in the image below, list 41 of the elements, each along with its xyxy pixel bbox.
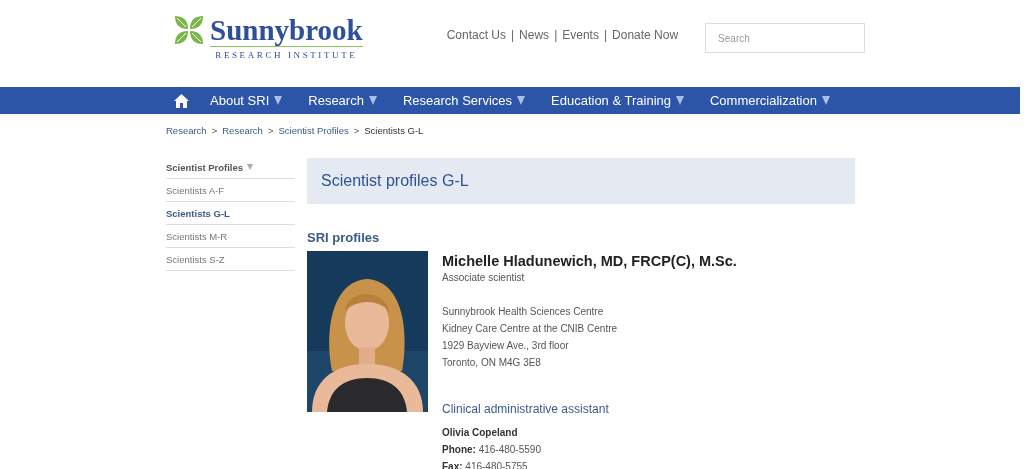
breadcrumb-current: Scientists G-L	[364, 125, 424, 137]
top-link[interactable]: Donate Now	[612, 28, 679, 42]
breadcrumb-separator: >	[353, 125, 360, 137]
section-heading: SRI profiles	[307, 230, 381, 245]
nav-menu-item[interactable]: Research Services	[402, 87, 525, 114]
logo-wordmark: Sunnybrook	[210, 15, 363, 47]
link-separator: |	[603, 28, 608, 42]
top-link[interactable]: Events	[562, 28, 599, 42]
address-line: 1929 Bayview Ave., 3rd floor	[442, 339, 570, 353]
subsection-heading: Clinical administrative assistant	[442, 401, 610, 418]
breadcrumb-separator: >	[267, 125, 274, 137]
breadcrumb-link[interactable]: Research	[166, 125, 207, 137]
top-link[interactable]: News	[519, 28, 550, 42]
top-link[interactable]: Contact Us	[446, 28, 506, 42]
assistant-name: Olivia Copeland	[442, 426, 519, 440]
search-field[interactable]: Search	[705, 23, 866, 53]
page-title: Scientist profiles G-L	[321, 172, 469, 190]
caret-icon	[247, 164, 254, 170]
nav-menu-item[interactable]: Research	[308, 87, 377, 114]
nav-menu-item[interactable]: Commercialization	[710, 87, 830, 114]
logo-tagline: RESEARCH INSTITUTE	[215, 50, 358, 60]
sidebar-item[interactable]: Scientists M-R	[166, 225, 295, 248]
profile-role: Associate scientist	[442, 271, 526, 285]
sidebar-item[interactable]: Scientists A-F	[166, 179, 295, 202]
breadcrumb-link[interactable]: Research	[222, 125, 263, 137]
sidebar-item[interactable]: Scientists S-Z	[166, 248, 295, 271]
nav-menu-item[interactable]: Education & Training	[551, 87, 684, 114]
breadcrumb-separator: >	[211, 125, 218, 137]
address-line: Sunnybrook Health Sciences Centre	[442, 305, 605, 319]
profile-name: Michelle Hladunewich, MD, FRCP(C), M.Sc.	[442, 253, 737, 269]
address-line: Toronto, ON M4G 3E8	[442, 356, 542, 370]
logo[interactable]: Sunnybrook RESEARCH INSTITUTE	[174, 15, 363, 60]
link-separator: |	[511, 28, 515, 42]
sidebar-item[interactable]: Scientists G-L	[166, 202, 295, 225]
leaf-logo-icon	[174, 15, 204, 45]
breadcrumb-link[interactable]: Scientist Profiles	[278, 125, 349, 137]
address-line: Kidney Care Centre at the CNIB Centre	[442, 322, 619, 336]
link-separator: |	[554, 28, 558, 42]
nav-menu-item[interactable]: About SRI	[210, 87, 283, 114]
sidebar-heading[interactable]: Scientist Profiles	[166, 156, 295, 179]
contact-line: Phone: 416-480-5590	[442, 443, 542, 457]
